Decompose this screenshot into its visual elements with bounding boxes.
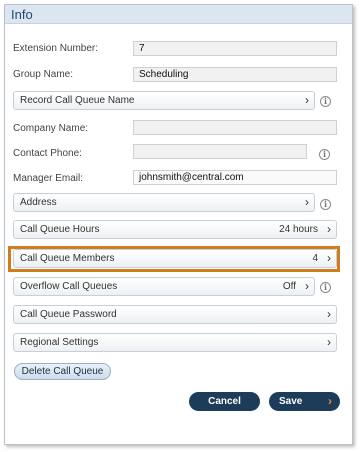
extension-number-field[interactable]: 7 <box>133 41 337 56</box>
cancel-button[interactable]: Cancel <box>189 392 260 411</box>
save-button-label: Save <box>279 396 303 407</box>
chevron-right-icon: › <box>327 251 331 265</box>
call-queue-hours-row[interactable]: Call Queue Hours 24 hours › <box>13 220 337 239</box>
manager-email-label: Manager Email: <box>13 173 84 184</box>
group-name-label: Group Name: <box>13 69 74 80</box>
contact-phone-field[interactable] <box>133 144 307 159</box>
call-queue-members-row[interactable]: Call Queue Members 4 › <box>13 249 337 268</box>
info-icon[interactable]: i <box>320 282 331 293</box>
call-queue-password-row[interactable]: Call Queue Password › <box>13 305 337 324</box>
chevron-right-icon: › <box>327 307 331 321</box>
panel-title: Info <box>5 5 352 24</box>
contact-phone-label: Contact Phone: <box>13 148 82 159</box>
regional-settings-row[interactable]: Regional Settings › <box>13 333 337 352</box>
company-name-label: Company Name: <box>13 123 89 134</box>
call-queue-members-label: Call Queue Members <box>20 253 115 264</box>
address-row[interactable]: Address › <box>13 193 315 212</box>
chevron-right-icon: › <box>327 335 331 349</box>
company-name-field[interactable] <box>133 120 337 135</box>
delete-call-queue-button[interactable]: Delete Call Queue <box>14 363 111 380</box>
record-call-queue-name-row[interactable]: Record Call Queue Name › <box>13 91 315 110</box>
overflow-call-queues-label: Overflow Call Queues <box>20 281 118 292</box>
overflow-call-queues-value: Off <box>282 281 296 292</box>
chevron-right-icon: › <box>327 222 331 236</box>
chevron-right-icon: › <box>305 195 309 209</box>
call-queue-hours-value: 24 hours <box>279 224 318 235</box>
group-name-field[interactable]: Scheduling <box>133 67 337 82</box>
extension-number-label: Extension Number: <box>13 43 99 54</box>
overflow-call-queues-row[interactable]: Overflow Call Queues Off › <box>13 277 315 296</box>
chevron-right-icon: › <box>305 279 309 293</box>
info-icon[interactable]: i <box>319 149 330 160</box>
info-panel: Info Extension Number: 7 Group Name: Sch… <box>4 4 353 445</box>
chevron-right-icon: › <box>328 394 332 408</box>
save-button[interactable]: Save › <box>269 392 340 411</box>
manager-email-field[interactable]: johnsmith@central.com <box>133 170 337 185</box>
call-queue-password-label: Call Queue Password <box>20 309 117 320</box>
info-icon[interactable]: i <box>320 96 331 107</box>
address-label: Address <box>20 197 57 208</box>
call-queue-members-value: 4 <box>312 253 318 264</box>
regional-settings-label: Regional Settings <box>20 337 99 348</box>
call-queue-hours-label: Call Queue Hours <box>20 224 100 235</box>
chevron-right-icon: › <box>305 93 309 107</box>
info-icon[interactable]: i <box>320 199 331 210</box>
record-call-queue-name-label: Record Call Queue Name <box>20 95 135 106</box>
